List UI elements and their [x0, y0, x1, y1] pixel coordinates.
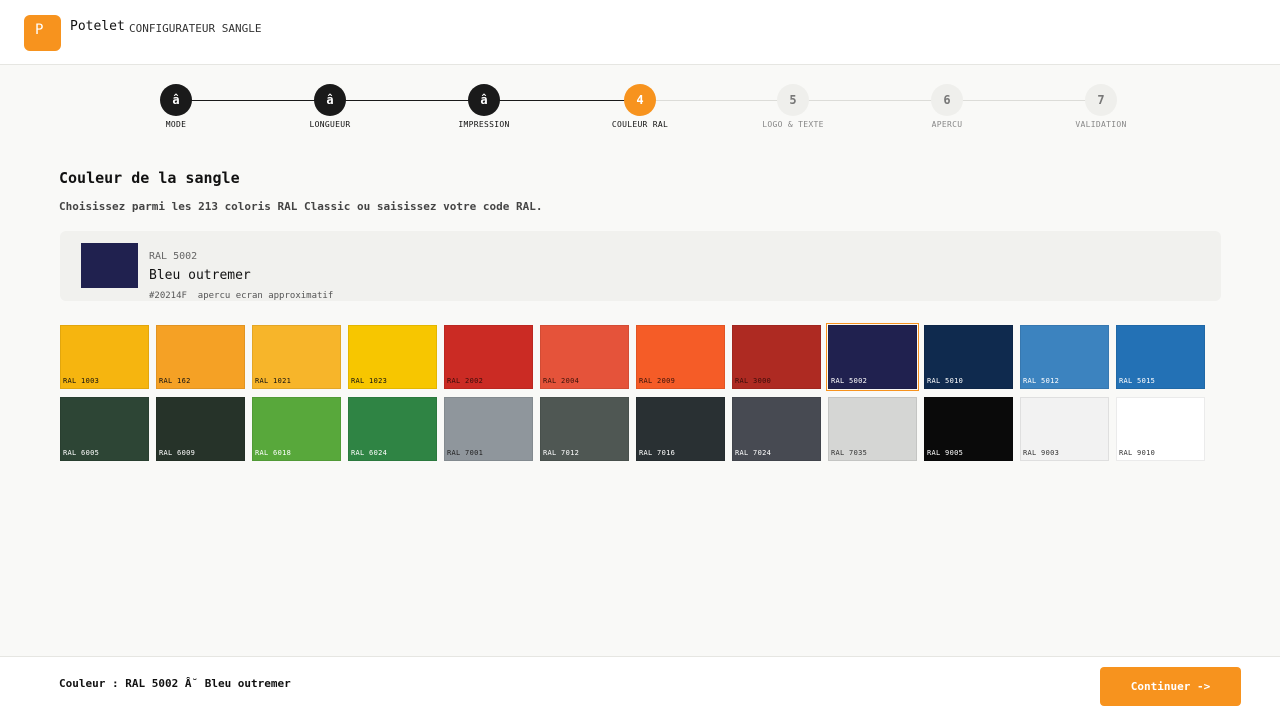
step-marker: â [468, 84, 500, 116]
ral-swatch-label: RAL 7001 [447, 449, 484, 457]
ral-swatch[interactable]: RAL 1023 [348, 325, 437, 389]
ral-swatch[interactable]: RAL 6018 [252, 397, 341, 461]
ral-swatch[interactable]: RAL 5012 [1020, 325, 1109, 389]
ral-swatch-label: RAL 1021 [255, 377, 292, 385]
app-subtitle: CONFIGURATEUR SANGLE [129, 22, 262, 35]
ral-swatch[interactable]: RAL 6005 [60, 397, 149, 461]
preview-approx-note: apercu ecran approximatif [197, 291, 334, 301]
ral-swatch-label: RAL 5012 [1023, 377, 1060, 385]
ral-swatch-label: RAL 3000 [735, 377, 772, 385]
ral-swatch[interactable]: RAL 2002 [444, 325, 533, 389]
ral-swatch[interactable]: RAL 3000 [732, 325, 821, 389]
step-3[interactable]: â IMPRESSION [424, 84, 544, 129]
step-label: COULEUR RAL [611, 120, 669, 129]
step-label: MODE [165, 120, 187, 129]
step-marker: â [314, 84, 346, 116]
ral-swatch[interactable]: RAL 7001 [444, 397, 533, 461]
step-marker: â [160, 84, 192, 116]
step-marker: 6 [931, 84, 963, 116]
brand-name: Potelet [70, 19, 125, 34]
ral-swatch[interactable]: RAL 9010 [1116, 397, 1205, 461]
step-4: 4 COULEUR RAL [580, 84, 700, 129]
ral-swatch-label: RAL 162 [159, 377, 191, 385]
ral-swatch[interactable]: RAL 7016 [636, 397, 725, 461]
ral-swatch-label: RAL 9010 [1119, 449, 1156, 457]
ral-swatch-label: RAL 1003 [63, 377, 100, 385]
ral-swatch-label: RAL 5010 [927, 377, 964, 385]
ral-swatch[interactable]: RAL 2009 [636, 325, 725, 389]
ral-swatch[interactable]: RAL 5010 [924, 325, 1013, 389]
step-5: 5 LOGO & TEXTE [733, 84, 853, 129]
ral-swatch[interactable]: RAL 7012 [540, 397, 629, 461]
step-label: LOGO & TEXTE [762, 120, 824, 129]
ral-swatch-label: RAL 1023 [351, 377, 388, 385]
logo-icon: P [24, 15, 61, 51]
ral-swatch[interactable]: RAL 7035 [828, 397, 917, 461]
step-marker: 5 [777, 84, 809, 116]
step-label: LONGUEUR [309, 120, 351, 129]
ral-swatch-label: RAL 5015 [1119, 377, 1156, 385]
ral-swatch-label: RAL 9003 [1023, 449, 1060, 457]
preview-color-name: Bleu outremer [149, 268, 251, 283]
ral-swatch[interactable]: RAL 5015 [1116, 325, 1205, 389]
preview-ral-code: RAL 5002 [149, 251, 198, 262]
preview-color-swatch [81, 243, 138, 288]
step-label: IMPRESSION [458, 120, 510, 129]
ral-swatch[interactable]: RAL 6024 [348, 397, 437, 461]
ral-swatch-label: RAL 6024 [351, 449, 388, 457]
ral-swatch-label: RAL 5002 [831, 377, 868, 385]
ral-swatch[interactable]: RAL 162 [156, 325, 245, 389]
step-marker: 4 [624, 84, 656, 116]
progress-stepper: â MODE â LONGUEUR â IMPRESSION 4 COULEUR RAL 5 LO… [0, 84, 1280, 134]
ral-swatch-label: RAL 7035 [831, 449, 868, 457]
step-marker: 7 [1085, 84, 1117, 116]
ral-swatch[interactable]: RAL 1021 [252, 325, 341, 389]
ral-swatch-label: RAL 7024 [735, 449, 772, 457]
footer-bar: Couleur : RAL 5002 Â˘ Bleu outremer Cont… [0, 656, 1280, 720]
step-label: APERCU [931, 120, 963, 129]
selection-summary: Couleur : RAL 5002 Â˘ Bleu outremer [59, 677, 291, 690]
ral-swatch[interactable]: RAL 5002 [826, 323, 919, 391]
page-subtitle: Choisissez parmi les 213 coloris RAL Cla… [59, 200, 543, 213]
ral-swatch[interactable]: RAL 1003 [60, 325, 149, 389]
ral-swatch[interactable]: RAL 6009 [156, 397, 245, 461]
step-1[interactable]: â MODE [116, 84, 236, 129]
selected-color-preview: RAL 5002 Bleu outremer #20214F apercu ec… [60, 231, 1221, 301]
ral-swatch[interactable]: RAL 7024 [732, 397, 821, 461]
continue-button[interactable]: Continuer -> [1100, 667, 1241, 706]
ral-swatch[interactable]: RAL 2004 [540, 325, 629, 389]
ral-swatch-label: RAL 6018 [255, 449, 292, 457]
step-2[interactable]: â LONGUEUR [270, 84, 390, 129]
step-label: VALIDATION [1075, 120, 1127, 129]
preview-hex-note: #20214F apercu ecran approximatif [149, 291, 333, 301]
ral-swatch-label: RAL 2002 [447, 377, 484, 385]
ral-swatch-label: RAL 2009 [639, 377, 676, 385]
ral-swatch-label: RAL 7012 [543, 449, 580, 457]
ral-swatch-label: RAL 7016 [639, 449, 676, 457]
ral-swatch-label: RAL 2004 [543, 377, 580, 385]
ral-swatch[interactable]: RAL 9005 [924, 397, 1013, 461]
page-title: Couleur de la sangle [59, 169, 240, 187]
ral-swatch[interactable]: RAL 9003 [1020, 397, 1109, 461]
ral-swatch-label: RAL 9005 [927, 449, 964, 457]
ral-swatch-label: RAL 6005 [63, 449, 100, 457]
step-6: 6 APERCU [887, 84, 1007, 129]
app-header: P Potelet CONFIGURATEUR SANGLE [0, 0, 1280, 65]
preview-hex-value: #20214F [149, 291, 187, 301]
step-7: 7 VALIDATION [1041, 84, 1161, 129]
ral-swatch-label: RAL 6009 [159, 449, 196, 457]
